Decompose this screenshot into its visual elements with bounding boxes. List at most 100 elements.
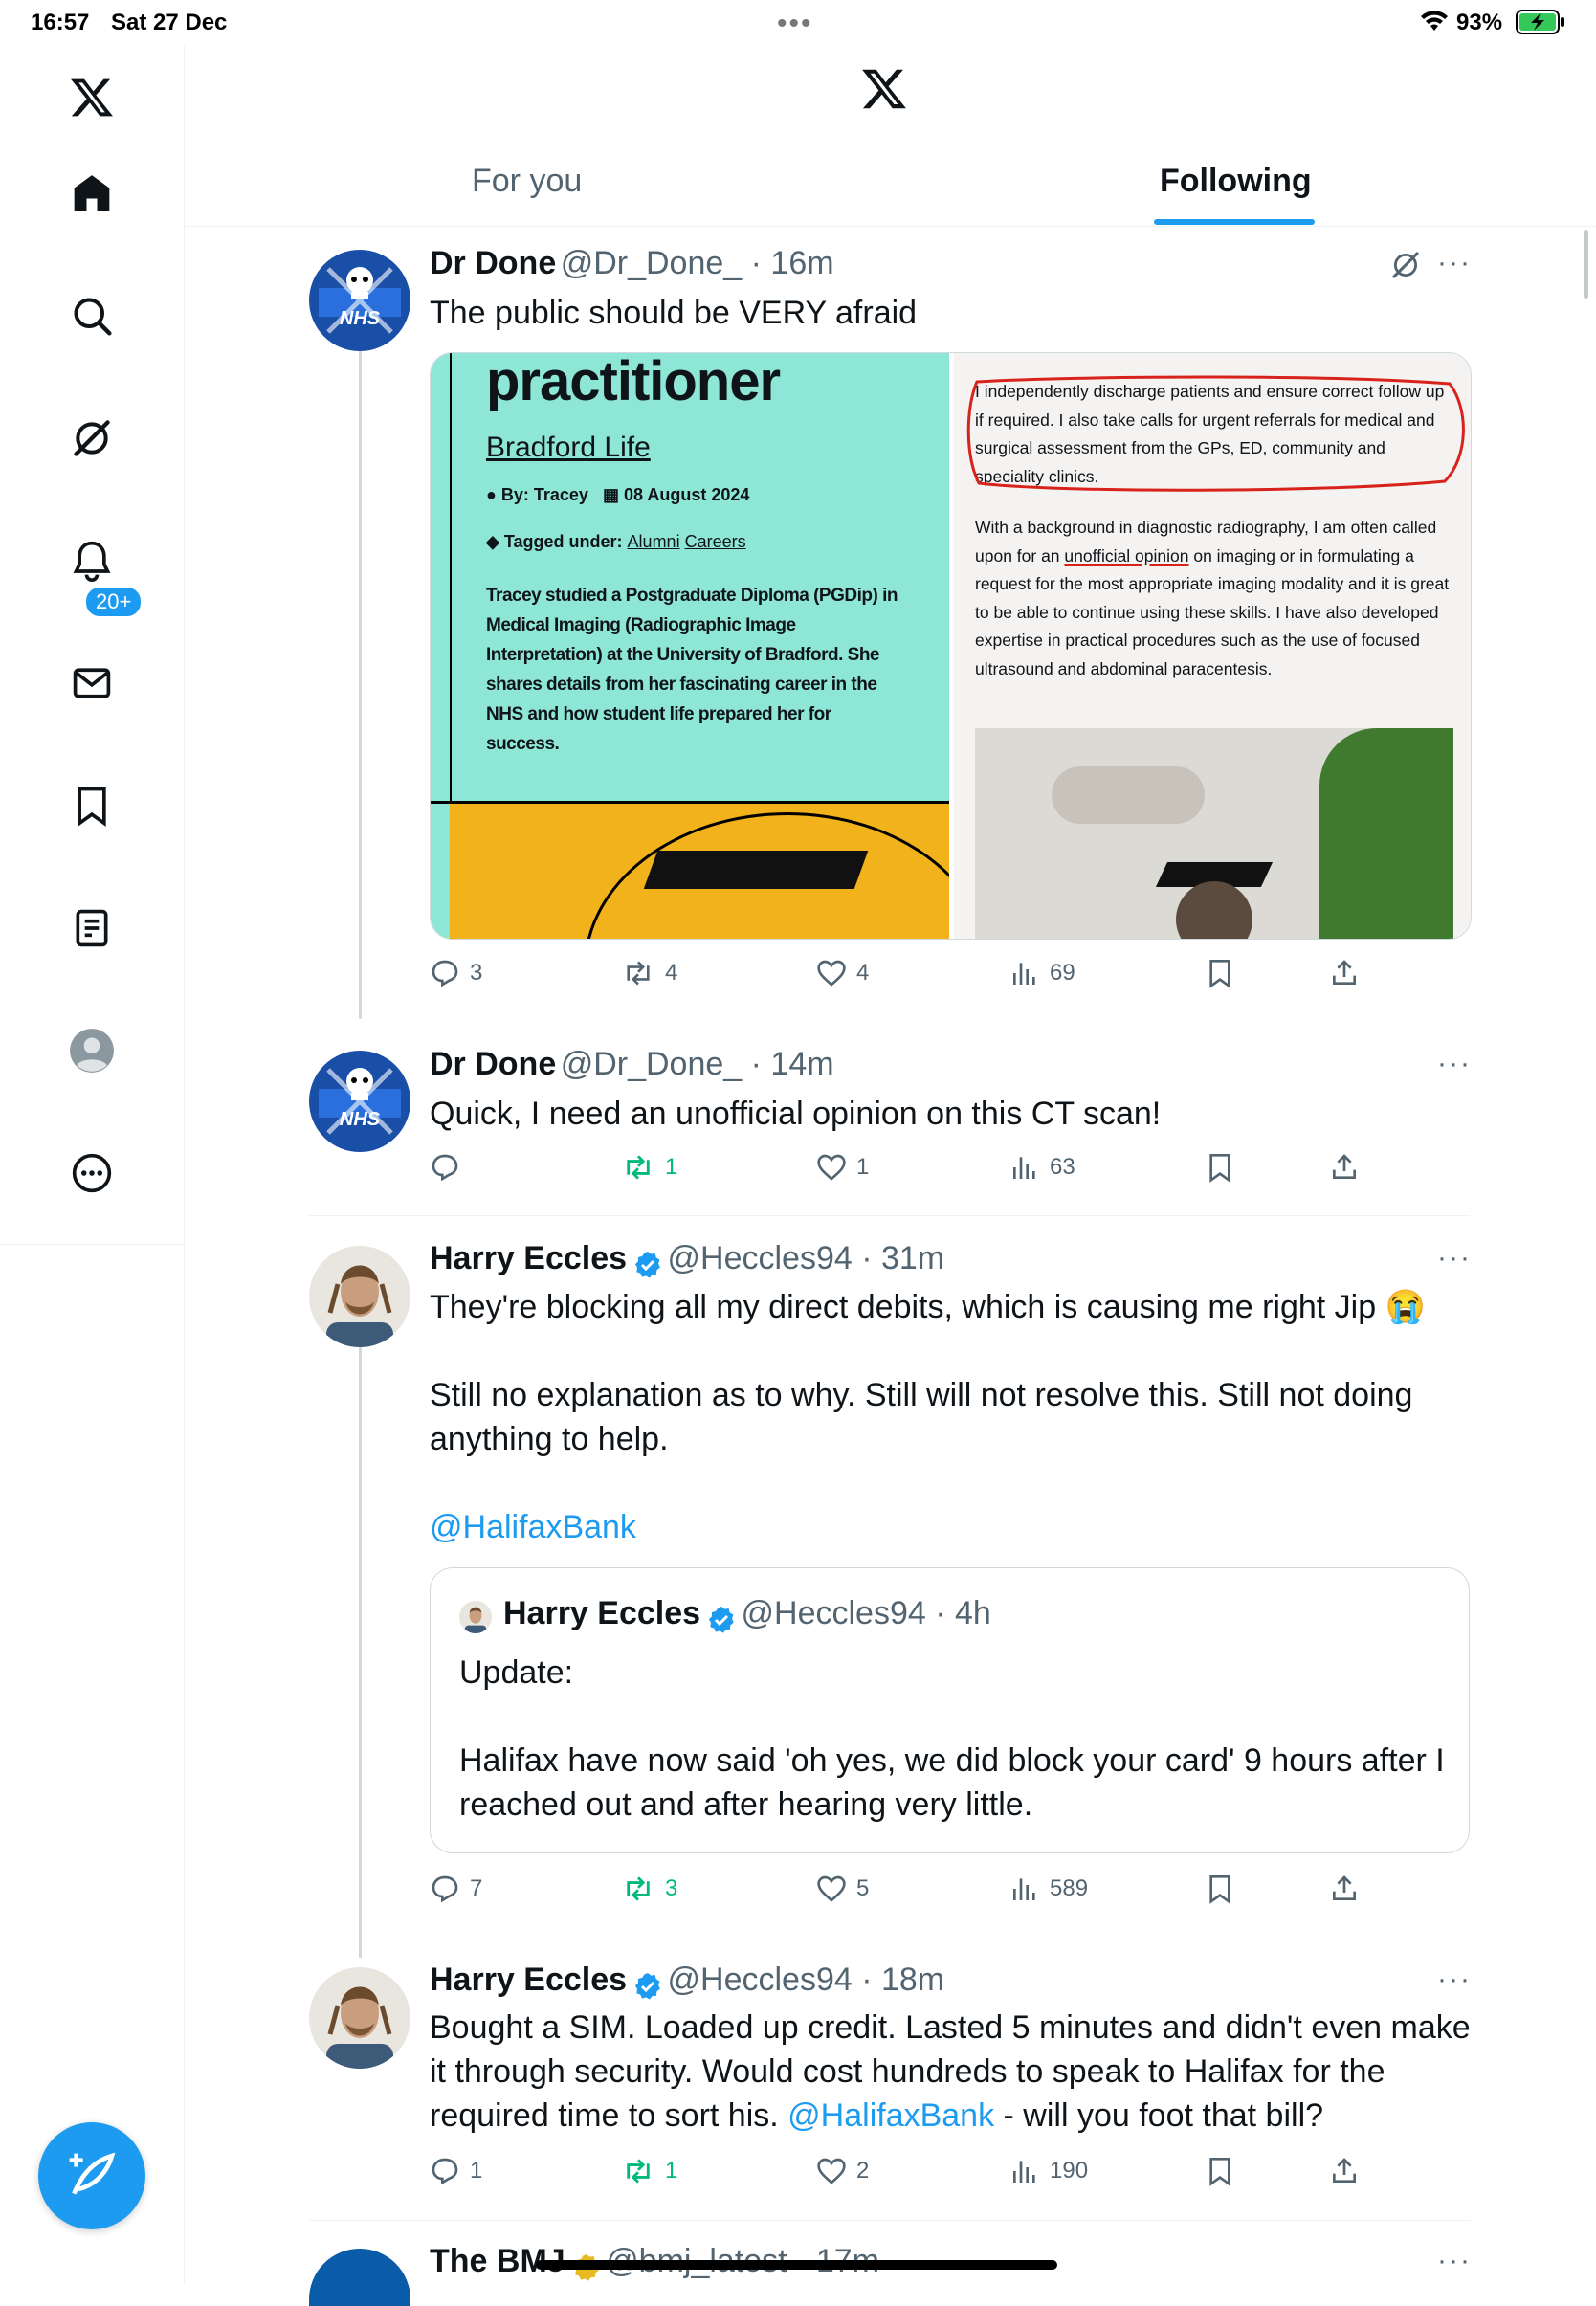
search-icon[interactable] bbox=[61, 285, 122, 346]
red-circle-annotation bbox=[966, 375, 1465, 492]
tweet-header: Dr Done @Dr_Done_ · 16m bbox=[430, 245, 834, 281]
share-button[interactable] bbox=[1329, 2156, 1369, 2186]
tweet-time[interactable]: 18m bbox=[881, 1962, 944, 1998]
tweet-time[interactable]: 31m bbox=[881, 1240, 944, 1276]
tab-following[interactable]: Following bbox=[1160, 163, 1312, 200]
avatar[interactable] bbox=[309, 2249, 410, 2306]
display-name[interactable]: Harry Eccles bbox=[430, 1962, 627, 1998]
repost-button[interactable]: 3 bbox=[621, 1874, 677, 1904]
tab-for-you[interactable]: For you bbox=[472, 163, 582, 200]
avatar[interactable]: NHS bbox=[309, 250, 410, 351]
like-button[interactable]: 2 bbox=[816, 2156, 869, 2186]
heart-icon bbox=[817, 1154, 846, 1181]
thread-line bbox=[359, 1345, 362, 1958]
more-icon[interactable]: ··· bbox=[1437, 1963, 1472, 1996]
avatar[interactable] bbox=[309, 1246, 410, 1347]
x-logo-icon[interactable] bbox=[860, 65, 908, 118]
bookmark-button[interactable] bbox=[1205, 1874, 1245, 1904]
compose-feather-icon bbox=[69, 2152, 116, 2195]
repost-button[interactable]: 4 bbox=[621, 958, 677, 988]
x-logo-icon[interactable] bbox=[61, 67, 122, 128]
bookmarks-icon[interactable] bbox=[61, 775, 122, 836]
user-handle[interactable]: @Dr_Done_ bbox=[561, 1046, 743, 1082]
grok-icon[interactable] bbox=[61, 408, 122, 469]
views-button[interactable]: 589 bbox=[1009, 1874, 1088, 1904]
like-button[interactable]: 1 bbox=[816, 1152, 869, 1183]
more-icon[interactable]: ··· bbox=[1437, 247, 1472, 279]
reply-button[interactable] bbox=[430, 1152, 470, 1183]
tweet-header: Harry Eccles @Heccles94 · 18m bbox=[430, 1962, 944, 2002]
more-icon[interactable]: ··· bbox=[1437, 2245, 1472, 2277]
mention-link[interactable]: @HalifaxBank bbox=[430, 1505, 636, 1549]
share-button[interactable] bbox=[1329, 1874, 1369, 1904]
reply-icon bbox=[432, 960, 458, 987]
compose-post-button[interactable] bbox=[38, 2122, 145, 2229]
views-chart-icon bbox=[1013, 1157, 1035, 1179]
multitasking-dots-icon[interactable]: ••• bbox=[777, 8, 813, 40]
bookmark-button[interactable] bbox=[1205, 1152, 1245, 1183]
more-options-icon[interactable] bbox=[61, 1142, 122, 1204]
thread-line bbox=[359, 349, 362, 1019]
repost-button[interactable]: 1 bbox=[621, 1152, 677, 1183]
user-handle[interactable]: @Dr_Done_ bbox=[561, 245, 743, 281]
quote-text-line-2: Halifax have now said 'oh yes, we did bl… bbox=[459, 1742, 1454, 1823]
repost-count: 1 bbox=[665, 2158, 678, 2184]
profile-avatar-icon[interactable] bbox=[61, 1020, 122, 1081]
reply-button[interactable]: 1 bbox=[430, 2156, 482, 2186]
views-chart-icon bbox=[1013, 1878, 1035, 1900]
lists-icon[interactable] bbox=[61, 898, 122, 959]
user-handle[interactable]: @Heccles94 bbox=[668, 1240, 853, 1276]
media-image-left[interactable]: practitioner Bradford Life ● By: Tracey … bbox=[431, 352, 991, 939]
mention-link[interactable]: @HalifaxBank bbox=[787, 2097, 994, 2134]
repost-button[interactable]: 1 bbox=[621, 2156, 677, 2186]
share-button[interactable] bbox=[1329, 1152, 1369, 1183]
avatar[interactable]: NHS bbox=[309, 1051, 410, 1152]
verified-badge-icon bbox=[634, 1972, 660, 2000]
article-heading: practitioner bbox=[486, 352, 781, 412]
like-count: 5 bbox=[856, 1875, 870, 1901]
like-button[interactable]: 5 bbox=[816, 1874, 869, 1904]
grok-explain-icon[interactable] bbox=[1389, 249, 1422, 281]
sidebar-nav: 20+ bbox=[0, 46, 185, 2285]
tweet-time[interactable]: 16m bbox=[770, 245, 833, 281]
views-button[interactable]: 63 bbox=[1009, 1152, 1075, 1183]
like-button[interactable]: 4 bbox=[816, 958, 869, 988]
quoted-tweet[interactable]: Harry Eccles @Heccles94 · 4h Update: Hal… bbox=[430, 1567, 1470, 1853]
like-count: 4 bbox=[856, 960, 870, 986]
calendar-icon: ▦ bbox=[602, 485, 619, 504]
home-icon[interactable] bbox=[61, 163, 122, 224]
home-indicator[interactable] bbox=[536, 2260, 1057, 2270]
tweet-time[interactable]: 14m bbox=[770, 1046, 833, 1082]
avatar[interactable] bbox=[309, 1967, 410, 2069]
bookmark-icon bbox=[1209, 1875, 1230, 1904]
view-count: 190 bbox=[1050, 2158, 1089, 2184]
repost-icon bbox=[627, 1876, 650, 1901]
reply-button[interactable]: 7 bbox=[430, 1874, 482, 1904]
bookmark-button[interactable] bbox=[1205, 2156, 1245, 2186]
scrollbar[interactable] bbox=[1584, 230, 1588, 299]
messages-icon[interactable] bbox=[61, 653, 122, 714]
tweet-header: Dr Done @Dr_Done_ · 14m bbox=[430, 1046, 834, 1082]
share-button[interactable] bbox=[1329, 958, 1369, 988]
user-handle[interactable]: @Heccles94 bbox=[668, 1962, 853, 1998]
media-image-right[interactable]: I independently discharge patients and e… bbox=[954, 353, 1471, 939]
views-chart-icon bbox=[1013, 2161, 1035, 2183]
views-button[interactable]: 69 bbox=[1009, 958, 1075, 988]
more-icon[interactable]: ··· bbox=[1437, 1242, 1472, 1275]
display-name[interactable]: Harry Eccles bbox=[430, 1240, 627, 1276]
bookmark-icon bbox=[1209, 960, 1230, 988]
display-name[interactable]: Dr Done bbox=[430, 245, 556, 281]
heart-icon bbox=[817, 1875, 846, 1902]
views-button[interactable]: 190 bbox=[1009, 2156, 1088, 2186]
bookmark-button[interactable] bbox=[1205, 958, 1245, 988]
display-name[interactable]: Dr Done bbox=[430, 1046, 556, 1082]
repost-icon bbox=[627, 961, 650, 986]
reply-button[interactable]: 3 bbox=[430, 958, 482, 988]
tweet-media[interactable]: practitioner Bradford Life ● By: Tracey … bbox=[430, 352, 1472, 940]
notifications-icon[interactable] bbox=[61, 530, 122, 591]
display-name: Harry Eccles bbox=[503, 1595, 701, 1631]
graduation-cap bbox=[643, 851, 869, 889]
sidebar-divider bbox=[0, 1244, 184, 1245]
tweet-text-line-1: They're blocking all my direct debits, w… bbox=[430, 1289, 1426, 1325]
more-icon[interactable]: ··· bbox=[1437, 1048, 1472, 1080]
